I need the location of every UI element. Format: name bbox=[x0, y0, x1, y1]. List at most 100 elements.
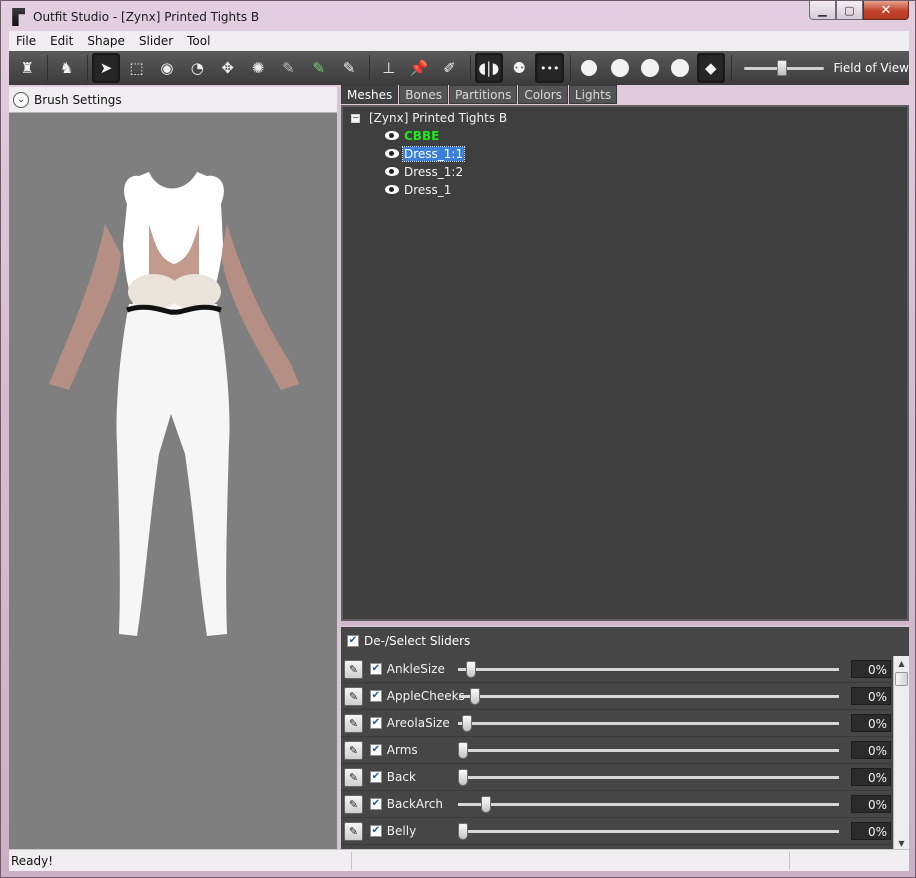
edit-slider-icon[interactable]: ✎ bbox=[344, 794, 363, 814]
slider-checkbox[interactable]: ✔ bbox=[369, 690, 382, 702]
slider-checkbox[interactable]: ✔ bbox=[369, 717, 382, 729]
tab-partitions[interactable]: Partitions bbox=[449, 85, 518, 104]
collapse-icon[interactable]: − bbox=[351, 113, 360, 123]
slider-checkbox[interactable]: ✔ bbox=[369, 744, 382, 756]
mask-brush-icon[interactable]: ⬚ bbox=[122, 53, 150, 83]
perspective-icon[interactable]: ◆ bbox=[696, 53, 726, 83]
menu-shape[interactable]: Shape bbox=[80, 34, 132, 48]
slider-name: Belly bbox=[386, 824, 417, 838]
tab-colors[interactable]: Colors bbox=[518, 85, 568, 104]
move-brush-icon[interactable]: ✥ bbox=[213, 53, 241, 83]
minimize-icon[interactable]: ▁ bbox=[809, 1, 836, 20]
slider-value[interactable]: 0% bbox=[851, 822, 891, 840]
view-front-icon[interactable] bbox=[575, 53, 603, 83]
slider-control[interactable] bbox=[458, 821, 840, 841]
menu-file[interactable]: File bbox=[9, 34, 43, 48]
slider-control[interactable] bbox=[458, 686, 840, 706]
menu-tool[interactable]: Tool bbox=[180, 34, 217, 48]
scroll-up-icon[interactable]: ▲ bbox=[894, 656, 909, 670]
slider-value[interactable]: 0% bbox=[851, 687, 891, 705]
status-text: Ready! bbox=[11, 853, 54, 868]
deselect-sliders-row[interactable]: ✔ De-/Select Sliders bbox=[341, 627, 909, 655]
load-reference-icon[interactable]: ♜ bbox=[13, 53, 41, 83]
edit-slider-icon[interactable]: ✎ bbox=[344, 713, 363, 733]
menu-slider[interactable]: Slider bbox=[132, 34, 180, 48]
menu-edit[interactable]: Edit bbox=[43, 34, 80, 48]
select-brush-icon[interactable]: ➤ bbox=[91, 53, 121, 83]
slider-row: ✎ ✔ Arms 0% bbox=[341, 737, 891, 764]
3d-viewport[interactable] bbox=[9, 114, 337, 849]
mesh-tree-root[interactable]: − [Zynx] Printed Tights B bbox=[351, 109, 507, 127]
slider-value[interactable]: 0% bbox=[851, 768, 891, 786]
deflate-brush-icon[interactable]: ◔ bbox=[183, 53, 211, 83]
maximize-icon[interactable]: ▢ bbox=[836, 1, 863, 20]
mesh-item-dress-1-2[interactable]: Dress_1:2 bbox=[385, 163, 464, 181]
slider-checkbox[interactable]: ✔ bbox=[369, 771, 382, 783]
close-icon[interactable]: ✕ bbox=[863, 1, 909, 20]
slider-thumb[interactable] bbox=[480, 796, 491, 813]
deselect-sliders-checkbox[interactable]: ✔ bbox=[347, 635, 359, 647]
pivot-icon[interactable]: 📌 bbox=[405, 53, 433, 83]
edit-slider-icon[interactable]: ✎ bbox=[344, 686, 363, 706]
x-mirror-icon[interactable]: ◖|◗ bbox=[474, 53, 504, 83]
slider-thumb[interactable] bbox=[458, 769, 469, 786]
edit-slider-icon[interactable]: ✎ bbox=[344, 659, 363, 679]
edit-slider-icon[interactable]: ✎ bbox=[344, 767, 363, 787]
color-brush-icon[interactable]: ✎ bbox=[305, 53, 333, 83]
visibility-eye-icon[interactable] bbox=[385, 131, 401, 141]
slider-thumb[interactable] bbox=[465, 661, 476, 678]
tab-bones[interactable]: Bones bbox=[399, 85, 449, 104]
mesh-item-dress-1[interactable]: Dress_1 bbox=[385, 181, 452, 199]
slider-control[interactable] bbox=[458, 740, 840, 760]
global-brush-icon[interactable]: ••• bbox=[535, 53, 564, 83]
slider-value[interactable]: 0% bbox=[851, 795, 891, 813]
alpha-brush-icon[interactable]: ✎ bbox=[335, 53, 363, 83]
slider-thumb[interactable] bbox=[458, 742, 469, 759]
fov-slider-thumb[interactable] bbox=[777, 60, 788, 76]
right-panel: Meshes Bones Partitions Colors Lights − … bbox=[341, 85, 909, 850]
mesh-tree[interactable]: − [Zynx] Printed Tights B CBBE Dress_1:1… bbox=[341, 105, 909, 621]
transform-icon[interactable]: ⊥ bbox=[374, 53, 402, 83]
visibility-eye-icon[interactable] bbox=[385, 167, 401, 177]
slider-value[interactable]: 0% bbox=[851, 741, 891, 759]
slider-checkbox[interactable]: ✔ bbox=[369, 663, 382, 675]
slider-control[interactable] bbox=[458, 794, 840, 814]
slider-thumb[interactable] bbox=[458, 823, 469, 840]
inflate-brush-icon[interactable]: ◉ bbox=[153, 53, 181, 83]
tab-meshes[interactable]: Meshes bbox=[341, 85, 399, 104]
scroll-down-icon[interactable]: ▼ bbox=[894, 836, 909, 850]
slider-control[interactable] bbox=[458, 713, 840, 733]
slider-value[interactable]: 0% bbox=[851, 660, 891, 678]
field-of-view-label: Field of View bbox=[833, 61, 909, 75]
view-right-icon[interactable] bbox=[666, 53, 694, 83]
edit-slider-icon[interactable]: ✎ bbox=[344, 740, 363, 760]
visibility-eye-icon[interactable] bbox=[385, 149, 401, 159]
brush-settings-header[interactable]: ⌄ Brush Settings bbox=[9, 87, 337, 113]
title-bar[interactable]: Outfit Studio - [Zynx] Printed Tights B … bbox=[1, 1, 915, 31]
slider-control[interactable] bbox=[458, 659, 840, 679]
field-of-view-slider[interactable] bbox=[744, 53, 824, 83]
slider-value[interactable]: 0% bbox=[851, 714, 891, 732]
scrollbar-thumb[interactable] bbox=[895, 672, 908, 686]
edit-slider-icon[interactable]: ✎ bbox=[344, 821, 363, 841]
mesh-item-dress-1-1[interactable]: Dress_1:1 bbox=[385, 145, 466, 163]
slider-checkbox[interactable]: ✔ bbox=[369, 798, 382, 810]
tab-lights[interactable]: Lights bbox=[568, 85, 618, 104]
visibility-eye-icon[interactable] bbox=[385, 185, 401, 195]
slider-checkbox[interactable]: ✔ bbox=[369, 825, 382, 837]
slider-scrollbar[interactable]: ▲ ▼ bbox=[893, 656, 909, 850]
load-outfit-icon[interactable]: ♞ bbox=[52, 53, 80, 83]
view-left-icon[interactable] bbox=[636, 53, 664, 83]
smooth-brush-icon[interactable]: ✺ bbox=[244, 53, 272, 83]
slider-control[interactable] bbox=[458, 767, 840, 787]
model-right-arm bbox=[221, 224, 299, 390]
connected-only-icon[interactable]: ⚉ bbox=[505, 53, 533, 83]
slider-thumb[interactable] bbox=[461, 715, 472, 732]
vertex-edit-icon[interactable]: ✐ bbox=[435, 53, 463, 83]
view-back-icon[interactable] bbox=[605, 53, 633, 83]
chevron-down-icon[interactable]: ⌄ bbox=[13, 91, 29, 108]
weight-brush-icon[interactable]: ✎ bbox=[274, 53, 302, 83]
slider-thumb[interactable] bbox=[470, 688, 481, 705]
slider-track bbox=[458, 749, 840, 752]
mesh-item-cbbe[interactable]: CBBE bbox=[385, 127, 440, 145]
